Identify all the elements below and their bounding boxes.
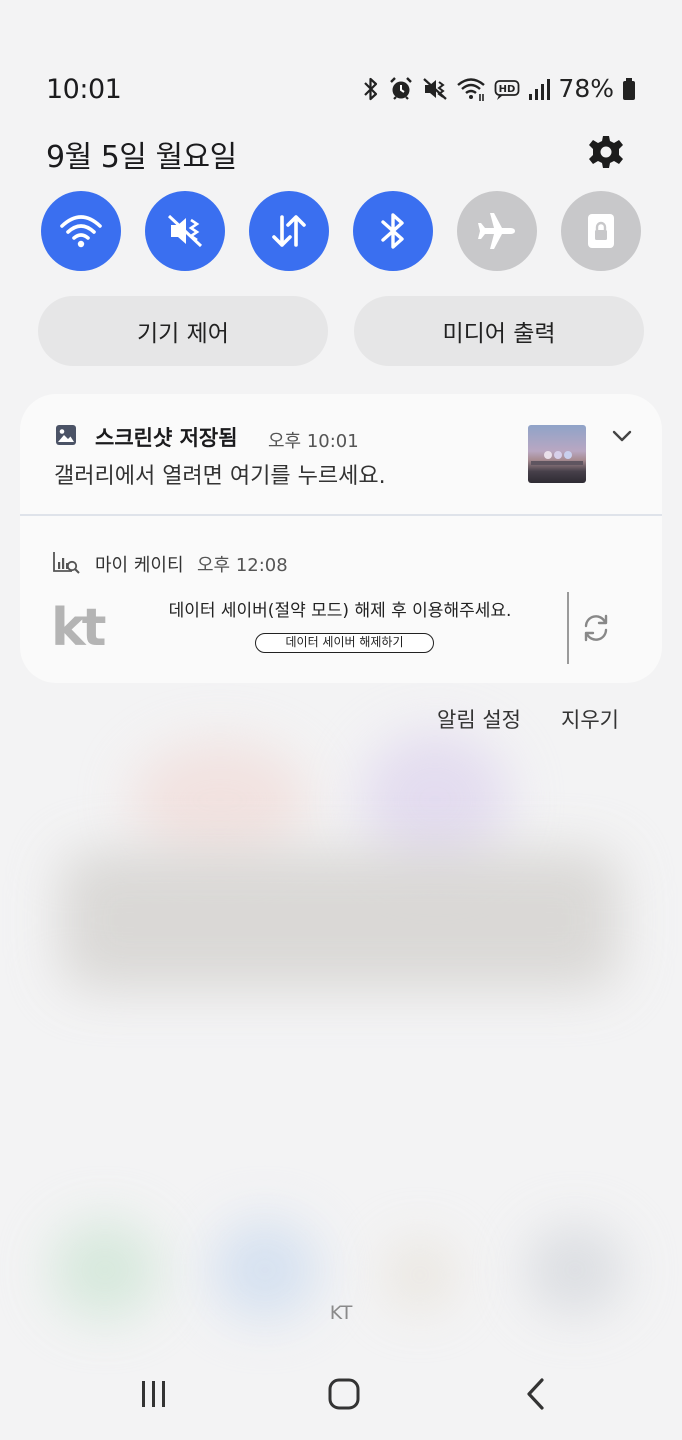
vibrate-icon [423, 77, 448, 100]
airplane-icon [478, 213, 515, 249]
app-name: 마이 케이티 [95, 555, 184, 576]
back-icon [527, 1378, 544, 1410]
bluetooth-icon [381, 213, 404, 249]
secure-folder-toggle[interactable] [561, 191, 641, 271]
recents-button[interactable] [134, 1374, 174, 1414]
notification-panel: 10:01 HD 78% 9월 5일 월요일 기기 제어 미디어 출력 스크린샷… [0, 0, 682, 1440]
status-icons: HD 78% [362, 74, 636, 103]
blurred-background [130, 740, 310, 860]
back-button[interactable] [516, 1374, 556, 1414]
bluetooth-toggle[interactable] [353, 191, 433, 271]
home-icon [328, 1378, 360, 1410]
wifi-toggle[interactable] [41, 191, 121, 271]
refresh-icon[interactable] [580, 612, 612, 644]
status-bar: 10:01 HD 78% [0, 68, 682, 112]
mute-vibrate-icon [167, 214, 203, 248]
my-kt-app-icon [53, 552, 80, 574]
mobile-data-toggle[interactable] [249, 191, 329, 271]
image-icon [56, 425, 76, 445]
divider [20, 514, 662, 516]
hd-icon: HD [495, 79, 520, 100]
status-time: 10:01 [46, 74, 122, 105]
notification-time: 오후 12:08 [197, 555, 288, 576]
screenshot-thumbnail [528, 425, 586, 483]
quick-settings [41, 191, 641, 271]
chevron-down-icon[interactable] [610, 424, 634, 448]
disable-data-saver-button[interactable]: 데이터 세이버 해제하기 [255, 633, 434, 653]
divider [567, 592, 569, 664]
data-saver-message: 데이터 세이버(절약 모드) 해제 후 이용해주세요. [168, 601, 512, 621]
gear-icon[interactable] [588, 134, 624, 170]
recents-icon [142, 1381, 165, 1407]
airplane-toggle[interactable] [457, 191, 537, 271]
screenshot-notification[interactable]: 스크린샷 저장됨 오후 10:01 갤러리에서 열려면 여기를 누르세요. [20, 394, 662, 514]
date-label: 9월 5일 월요일 [46, 140, 237, 175]
sound-toggle[interactable] [145, 191, 225, 271]
battery-percent: 78% [558, 74, 614, 103]
data-arrows-icon [272, 215, 306, 247]
lock-icon [588, 214, 614, 248]
home-button[interactable] [324, 1374, 364, 1414]
blurred-background [360, 730, 510, 870]
carrier-label: KT [329, 1302, 353, 1324]
blurred-background [385, 1240, 455, 1310]
bluetooth-icon [364, 77, 378, 100]
notification-title: 스크린샷 저장됨 [95, 426, 238, 450]
svg-text:HD: HD [499, 84, 516, 95]
wifi-icon [457, 77, 486, 101]
wifi-icon [60, 215, 102, 248]
navigation-bar [0, 1360, 682, 1430]
battery-icon [623, 77, 635, 100]
notification-time: 오후 10:01 [268, 431, 359, 452]
notification-settings-button[interactable]: 알림 설정 [437, 704, 521, 734]
signal-icon [529, 78, 551, 100]
notification-body: 갤러리에서 열려면 여기를 누르세요. [54, 464, 386, 489]
blurred-background [60, 850, 620, 990]
device-control-button[interactable]: 기기 제어 [38, 296, 328, 366]
clear-button[interactable]: 지우기 [561, 704, 619, 734]
media-output-button[interactable]: 미디어 출력 [354, 296, 644, 366]
notification-card: 스크린샷 저장됨 오후 10:01 갤러리에서 열려면 여기를 누르세요. 마이… [20, 394, 662, 683]
alarm-icon [390, 76, 413, 100]
